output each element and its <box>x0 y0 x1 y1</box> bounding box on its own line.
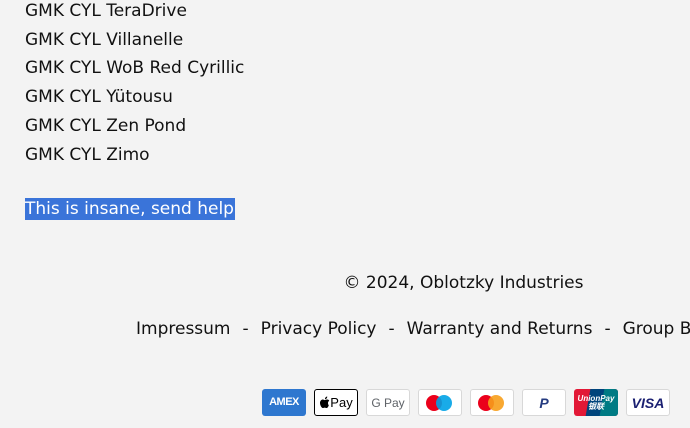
footer-nav: Impressum - Privacy Policy - Warranty and Re… <box>136 319 690 339</box>
footer-link-group-buy[interactable]: Group Buy <box>623 319 690 339</box>
footer-link-impressum[interactable]: Impressum <box>136 319 231 339</box>
footer-link-warranty-returns[interactable]: Warranty and Returns <box>407 319 593 339</box>
list-item: GMK CYL Villanelle <box>25 29 184 50</box>
visa-icon: VISA <box>626 389 670 416</box>
list-item: GMK CYL Yütousu <box>25 87 173 108</box>
list-item: GMK CYL TeraDrive <box>25 1 187 21</box>
separator: - <box>388 319 395 339</box>
copyright-text: © 2024, Oblotzky Industries <box>343 273 584 293</box>
separator: - <box>604 319 611 339</box>
apple-pay-icon: Pay <box>314 389 358 416</box>
product-list: GMK CYL TeraDrive GMK CYL Villanelle GMK… <box>25 0 244 169</box>
google-pay-icon: G Pay <box>366 389 410 416</box>
payment-icons: AMEX Pay G Pay P UnionPay 银联 VISA <box>262 389 670 416</box>
maestro-icon <box>418 389 462 416</box>
mastercard-icon <box>470 389 514 416</box>
amex-icon: AMEX <box>262 389 306 416</box>
list-item: GMK CYL Zimo <box>25 144 150 165</box>
footer-link-privacy-policy[interactable]: Privacy Policy <box>261 319 377 339</box>
separator: - <box>242 319 249 339</box>
selected-note-text: This is insane, send help <box>25 198 235 220</box>
unionpay-icon: UnionPay 银联 <box>574 389 618 416</box>
apple-logo-icon <box>320 396 330 408</box>
list-item: GMK CYL WoB Red Cyrillic <box>25 58 245 79</box>
paypal-icon: P <box>522 389 566 416</box>
list-item: GMK CYL Zen Pond <box>25 115 187 136</box>
